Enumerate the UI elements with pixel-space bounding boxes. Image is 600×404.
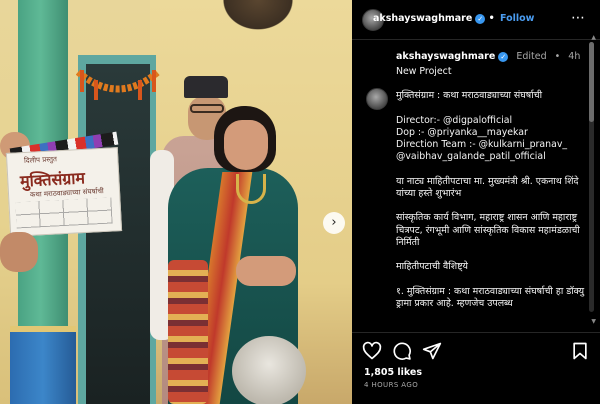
actress-necklace [236, 174, 266, 204]
post-time-ago[interactable]: 4 HOURS AGO [364, 381, 418, 389]
header-user-line: akshayswaghmare ✓ • Follow [373, 13, 534, 24]
actor-man-cap [184, 76, 228, 98]
actress-face [224, 120, 268, 170]
actor-man-glasses [190, 104, 224, 113]
bookmark-icon[interactable] [570, 341, 590, 361]
follow-button[interactable]: Follow [500, 13, 534, 24]
heart-icon[interactable] [362, 341, 382, 361]
caption-avatar[interactable] [366, 88, 388, 110]
caption-separator: • [554, 51, 561, 62]
share-icon[interactable] [422, 341, 442, 361]
caption-time[interactable]: 4h [568, 51, 580, 62]
caption-scrollbar[interactable] [589, 42, 594, 312]
post-header: akshayswaghmare ✓ • Follow ⋯ [352, 0, 600, 40]
scroll-down-arrow-icon[interactable]: ▼ [591, 318, 596, 325]
doorway [86, 64, 150, 404]
separator: • [488, 13, 495, 24]
hanging-ornament [218, 0, 298, 34]
like-count[interactable]: 1,805 likes [364, 367, 422, 378]
verified-badge-icon: ✓ [475, 13, 486, 24]
pillar-base [10, 332, 76, 404]
chevron-right-icon: › [331, 215, 337, 230]
post-image[interactable]: दिलीप प्रस्तुत मुक्तिसंग्राम कथा मराठवाड… [0, 0, 352, 404]
caption-username[interactable]: akshayswaghmare [396, 51, 495, 62]
next-image-button[interactable]: › [323, 212, 345, 234]
clapperboard-subtitle: दिलीप प्रस्तुत [23, 155, 58, 165]
comment-icon[interactable] [392, 341, 412, 361]
saree-drape [168, 260, 208, 404]
verified-badge-icon: ✓ [498, 51, 509, 62]
scroll-up-arrow-icon[interactable]: ▲ [591, 34, 596, 41]
caption-user-line: akshayswaghmare ✓ Edited • 4h [396, 51, 580, 62]
boom-mic-windscreen [232, 336, 306, 404]
actress-hands [236, 256, 296, 286]
hand-bottom [0, 232, 38, 272]
more-options-icon[interactable]: ⋯ [571, 11, 586, 25]
caption-text: New Project मुक्तिसंग्राम : कथा मराठवाड्… [396, 66, 585, 309]
header-username[interactable]: akshayswaghmare [373, 13, 472, 24]
flower-garland [76, 69, 160, 100]
post-actions: 1,805 likes 4 HOURS AGO [352, 332, 600, 404]
clapperboard-grid [15, 197, 113, 229]
caption-scroll-area[interactable]: akshayswaghmare ✓ Edited • 4h New Project… [352, 40, 600, 332]
scrollbar-thumb[interactable] [589, 42, 594, 122]
post-panel: akshayswaghmare ✓ • Follow ⋯ akshayswaghm… [352, 0, 600, 404]
edited-label: Edited [516, 51, 547, 62]
